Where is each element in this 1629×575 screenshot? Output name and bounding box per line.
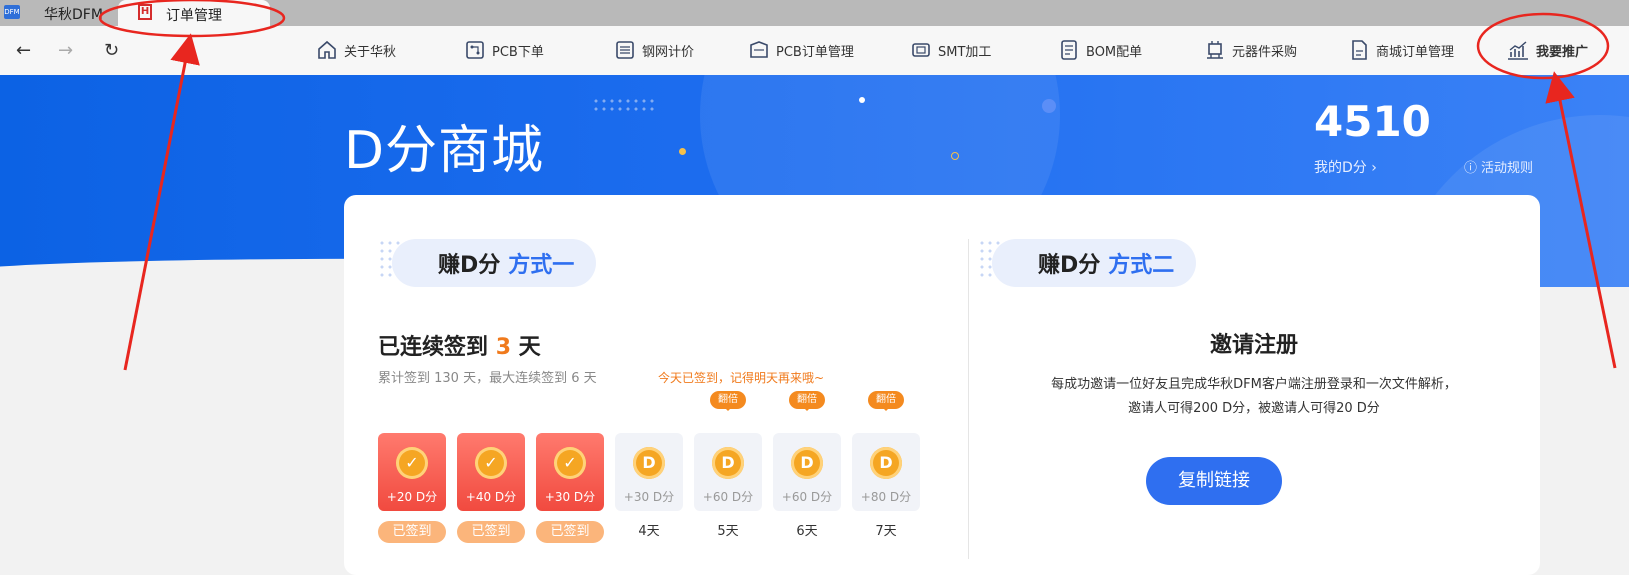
title-bar: DFM 华秋DFM H 订单管理	[0, 0, 1629, 26]
checkin-day-tile[interactable]: ✓ +30 D分	[536, 433, 604, 511]
copy-link-button[interactable]: 复制链接	[1146, 457, 1282, 505]
tab-order-management[interactable]: H 订单管理	[118, 0, 270, 26]
my-points-link[interactable]: 我的D分 ›	[1314, 157, 1377, 177]
invite-desc-line: 邀请人可得200 D分，被邀请人可得20 D分	[1128, 401, 1380, 416]
nav-item-label: 元器件采购	[1232, 44, 1298, 60]
bom-list-icon	[1061, 40, 1077, 60]
day-points: +30 D分	[544, 490, 596, 504]
nav-item-label: PCB下单	[492, 44, 544, 60]
tab-label: 订单管理	[166, 8, 222, 24]
decor-dot	[679, 148, 686, 155]
nav-item-mall-orders[interactable]: 商城订单管理	[1348, 37, 1454, 63]
double-badge: 翻倍	[710, 391, 746, 411]
check-coin-icon: ✓	[554, 447, 586, 479]
nav-item-pcb-order[interactable]: PCB下单	[464, 37, 544, 63]
streak-prefix: 已连续签到	[378, 335, 489, 360]
d-coin-icon: D	[870, 447, 902, 479]
decor-dots	[592, 97, 656, 115]
d-coin-icon: D	[633, 447, 665, 479]
nav-item-components[interactable]: 元器件采购	[1204, 37, 1297, 63]
info-icon: ⓘ	[1464, 161, 1478, 176]
document-icon	[1352, 40, 1367, 60]
nav-item-about[interactable]: 关于华秋	[316, 37, 396, 63]
day-points: +80 D分	[860, 490, 912, 504]
method-one-pill: 赚D分 方式一	[392, 239, 597, 287]
invite-title: 邀请注册	[1209, 333, 1298, 358]
huaqiu-logo-icon: H	[138, 4, 152, 20]
streak-days: 3	[495, 335, 511, 360]
day-label: 已签到	[378, 521, 446, 543]
method-prefix: 赚D分	[1038, 253, 1101, 278]
checkin-day-tile[interactable]: D +80 D分	[852, 433, 920, 511]
check-coin-icon: ✓	[475, 447, 507, 479]
pcb-order-icon	[750, 41, 768, 58]
app-name: 华秋DFM	[44, 7, 103, 23]
day-label: 5天	[717, 524, 739, 539]
day-label: 已签到	[457, 521, 525, 543]
nav-item-pcb-orders[interactable]: PCB订单管理	[748, 37, 854, 63]
day-label: 7天	[875, 524, 897, 539]
day-label: 6天	[796, 524, 818, 539]
streak-summary: 累计签到 130 天，最大连续签到 6 天	[378, 371, 597, 386]
streak-heading: 已连续签到 3 天	[378, 329, 541, 361]
day-points: +40 D分	[465, 490, 517, 504]
nav-item-label: 商城订单管理	[1376, 44, 1455, 60]
chip-icon	[912, 43, 930, 57]
invite-desc-line: 每成功邀请一位好友且完成华秋DFM客户端注册登录和一次文件解析，	[1051, 377, 1457, 392]
page-title: D分商城	[344, 121, 545, 181]
stencil-icon	[616, 41, 634, 59]
pcb-icon	[466, 41, 484, 59]
nav-bar: ← → ↻ 关于华秋 PCB下单 钢网计价 PCB订单管理 SMT加工 BOM配…	[0, 26, 1629, 75]
forward-button[interactable]: →	[58, 40, 73, 61]
nav-item-label: 我要推广	[1536, 44, 1589, 60]
d-coin-icon: D	[791, 447, 823, 479]
component-icon	[1207, 41, 1223, 59]
nav-item-promote[interactable]: 我要推广	[1506, 37, 1588, 63]
nav-item-bom[interactable]: BOM配单	[1058, 37, 1142, 63]
points-value: 4510	[1314, 97, 1431, 146]
nav-item-label: SMT加工	[938, 44, 992, 60]
day-label: 4天	[638, 524, 660, 539]
checkin-day-tile[interactable]: D +60 D分	[694, 433, 762, 511]
nav-item-label: BOM配单	[1086, 44, 1143, 60]
invite-description: 每成功邀请一位好友且完成华秋DFM客户端注册登录和一次文件解析， 邀请人可得20…	[968, 373, 1540, 421]
double-badge: 翻倍	[789, 391, 825, 411]
nav-item-label: 钢网计价	[642, 44, 695, 60]
method-two-pill: 赚D分 方式二	[992, 239, 1197, 287]
chart-icon	[1508, 41, 1528, 60]
check-coin-icon: ✓	[396, 447, 428, 479]
d-coin-icon: D	[712, 447, 744, 479]
day-points: +20 D分	[386, 490, 438, 504]
earn-points-card: 赚D分 方式一 已连续签到 3 天 累计签到 130 天，最大连续签到 6 天 …	[344, 195, 1540, 575]
double-badge: 翻倍	[868, 391, 904, 411]
refresh-button[interactable]: ↻	[104, 40, 119, 61]
home-icon	[318, 40, 336, 59]
nav-item-smt[interactable]: SMT加工	[910, 37, 991, 63]
checkin-day-tile[interactable]: ✓ +40 D分	[457, 433, 525, 511]
day-points: +30 D分	[623, 490, 675, 504]
app-logo: DFM	[4, 5, 20, 19]
nav-item-stencil[interactable]: 钢网计价	[614, 37, 694, 63]
day-points: +60 D分	[781, 490, 833, 504]
rules-link[interactable]: ⓘ 活动规则	[1464, 157, 1533, 176]
day-points: +60 D分	[702, 490, 754, 504]
method-name: 方式一	[508, 253, 575, 278]
method-prefix: 赚D分	[438, 253, 501, 278]
checkin-note: 今天已签到，记得明天再来哦~	[658, 371, 825, 385]
rules-label: 活动规则	[1481, 161, 1534, 176]
checkin-day-tile[interactable]: ✓ +20 D分	[378, 433, 446, 511]
method-name: 方式二	[1108, 253, 1175, 278]
back-button[interactable]: ←	[16, 40, 31, 61]
nav-item-label: PCB订单管理	[776, 44, 854, 60]
decor-dot	[951, 152, 959, 160]
decor-dot	[859, 97, 865, 103]
day-label: 已签到	[536, 521, 604, 543]
decor-dot	[1042, 99, 1056, 113]
checkin-day-tile[interactable]: D +30 D分	[615, 433, 683, 511]
streak-suffix: 天	[518, 335, 541, 360]
checkin-day-tile[interactable]: D +60 D分	[773, 433, 841, 511]
nav-item-label: 关于华秋	[344, 44, 397, 60]
